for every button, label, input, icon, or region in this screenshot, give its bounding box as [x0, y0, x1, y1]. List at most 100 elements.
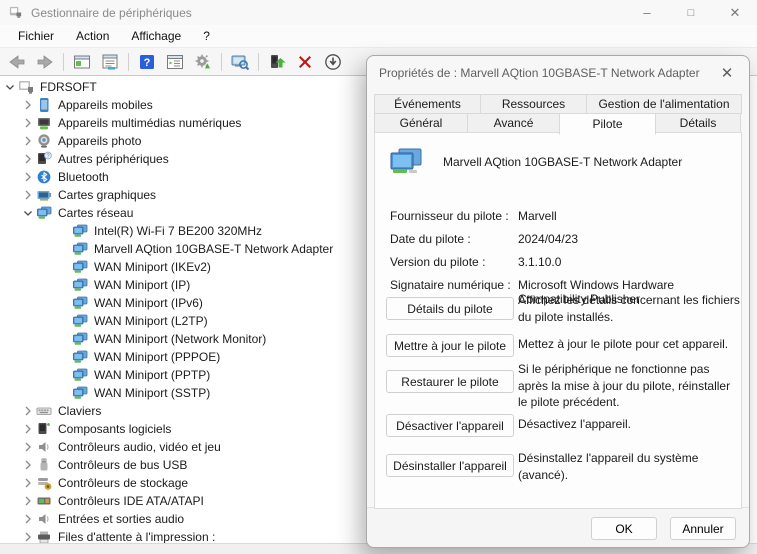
chevron-right-icon[interactable]: [20, 421, 36, 437]
tree-spacer: [56, 259, 72, 275]
device-name: Marvell AQtion 10GBASE-T Network Adapter: [443, 155, 682, 169]
menu-item-fichier[interactable]: Fichier: [8, 27, 64, 45]
cancel-button[interactable]: Annuler: [670, 517, 736, 540]
désactiver-l'appareil-button[interactable]: Désactiver l'appareil: [386, 414, 514, 437]
tab-avancé[interactable]: Avancé: [467, 113, 560, 133]
chevron-right-icon[interactable]: [20, 475, 36, 491]
tab-détails[interactable]: Détails: [655, 113, 741, 133]
tab-pilote[interactable]: Pilote: [559, 113, 656, 135]
back-icon[interactable]: [4, 50, 30, 74]
tree-item-label: WAN Miniport (SSTP): [94, 386, 210, 400]
tree-item-label: Contrôleurs de stockage: [58, 476, 188, 490]
close-button[interactable]: ✕: [713, 0, 757, 25]
chevron-right-icon[interactable]: [20, 511, 36, 527]
mobile-icon: [36, 97, 52, 113]
tree-item-label: WAN Miniport (PPPOE): [94, 350, 220, 364]
tree-item-label: Composants logiciels: [58, 422, 171, 436]
tree-spacer: [56, 331, 72, 347]
chevron-right-icon[interactable]: [20, 529, 36, 543]
pilote-tab-page: Marvell AQtion 10GBASE-T Network Adapter…: [374, 132, 742, 509]
maximize-button[interactable]: □: [669, 0, 713, 25]
tree-spacer: [56, 349, 72, 365]
window-title: Gestionnaire de périphériques: [31, 6, 192, 20]
dialog-close-icon[interactable]: ✕: [717, 64, 737, 82]
tab-gestion-de-l-alimentation[interactable]: Gestion de l'alimentation: [586, 94, 742, 114]
action-description: Mettez à jour le pilote pour cet apparei…: [518, 336, 740, 353]
tree-spacer: [56, 367, 72, 383]
update-driver-icon[interactable]: [264, 50, 290, 74]
tree-item-label: Appareils mobiles: [58, 98, 153, 112]
chevron-right-icon[interactable]: [20, 169, 36, 185]
network-icon: [72, 277, 88, 293]
svg-text:?: ?: [46, 154, 49, 160]
forward-icon[interactable]: [32, 50, 58, 74]
chevron-right-icon[interactable]: [20, 439, 36, 455]
tab-row-1: ÉvénementsRessourcesGestion de l'aliment…: [374, 94, 742, 114]
ide-icon: [36, 493, 52, 509]
tree-item-label: WAN Miniport (L2TP): [94, 314, 208, 328]
chevron-right-icon[interactable]: [20, 115, 36, 131]
dialog-footer: OK Annuler: [367, 507, 749, 547]
camera-icon: [36, 133, 52, 149]
network-icon: [72, 313, 88, 329]
tree-item-label: Appareils multimédias numériques: [58, 116, 241, 130]
tab-événements[interactable]: Événements: [374, 94, 481, 114]
usb-icon: [36, 457, 52, 473]
chevron-right-icon[interactable]: [20, 457, 36, 473]
list-view-icon[interactable]: [162, 50, 188, 74]
properties-icon[interactable]: [97, 50, 123, 74]
chevron-right-icon[interactable]: [20, 97, 36, 113]
restaurer-le-pilote-button[interactable]: Restaurer le pilote: [386, 370, 514, 393]
network-icon: [72, 349, 88, 365]
chevron-right-icon[interactable]: [20, 403, 36, 419]
toolbar-separator: [258, 53, 259, 71]
chevron-right-icon[interactable]: [20, 493, 36, 509]
tree-item-label: Bluetooth: [58, 170, 109, 184]
media-icon: [36, 115, 52, 131]
tree-item-label: Claviers: [58, 404, 101, 418]
tree-spacer: [56, 295, 72, 311]
tab-ressources[interactable]: Ressources: [480, 94, 587, 114]
tree-item-label: Appareils photo: [58, 134, 141, 148]
chevron-right-icon[interactable]: [20, 133, 36, 149]
chevron-right-icon[interactable]: [20, 151, 36, 167]
window-controls: – □ ✕: [625, 0, 757, 25]
disable-icon[interactable]: [320, 50, 346, 74]
tree-spacer: [56, 223, 72, 239]
field-value: Marvell: [518, 209, 557, 223]
détails-du-pilote-button[interactable]: Détails du pilote: [386, 297, 514, 320]
chevron-down-icon[interactable]: [20, 205, 36, 221]
désinstaller-l'appareil-button[interactable]: Désinstaller l'appareil: [386, 454, 514, 477]
scan-hardware-icon[interactable]: [190, 50, 216, 74]
toolbar-separator: [221, 53, 222, 71]
computer-icon: [18, 79, 34, 95]
field-value: 3.1.10.0: [518, 255, 561, 269]
tree-item-label: FDRSOFT: [40, 80, 97, 94]
driver-field: Fournisseur du pilote :Marvell: [390, 209, 729, 223]
show-console-tree-icon[interactable]: [69, 50, 95, 74]
ok-button[interactable]: OK: [591, 517, 657, 540]
help-icon[interactable]: ?: [134, 50, 160, 74]
minimize-button[interactable]: –: [625, 0, 669, 25]
computer-search-icon[interactable]: [227, 50, 253, 74]
svg-text:?: ?: [144, 57, 151, 69]
menu-item-affichage[interactable]: Affichage: [121, 27, 191, 45]
field-value: 2024/04/23: [518, 232, 578, 246]
menu-item-?[interactable]: ?: [193, 27, 220, 45]
menu-item-action[interactable]: Action: [66, 27, 119, 45]
network-icon: [72, 241, 88, 257]
tree-item-label: WAN Miniport (PPTP): [94, 368, 210, 382]
tab-général[interactable]: Général: [374, 113, 468, 133]
tree-item-label: Autres périphériques: [58, 152, 169, 166]
tree-item-label: Contrôleurs audio, vidéo et jeu: [58, 440, 221, 454]
dialog-title: Propriétés de : Marvell AQtion 10GBASE-T…: [379, 66, 700, 80]
dialog-tabs: ÉvénementsRessourcesGestion de l'aliment…: [374, 94, 742, 135]
network-icon: [72, 223, 88, 239]
chevron-right-icon[interactable]: [20, 187, 36, 203]
uninstall-icon[interactable]: [292, 50, 318, 74]
mettre-à-jour-le-pilote-button[interactable]: Mettre à jour le pilote: [386, 334, 514, 357]
driver-field: Version du pilote :3.1.10.0: [390, 255, 729, 269]
field-label: Fournisseur du pilote :: [390, 209, 518, 223]
field-label: Version du pilote :: [390, 255, 518, 269]
chevron-down-icon[interactable]: [2, 79, 18, 95]
